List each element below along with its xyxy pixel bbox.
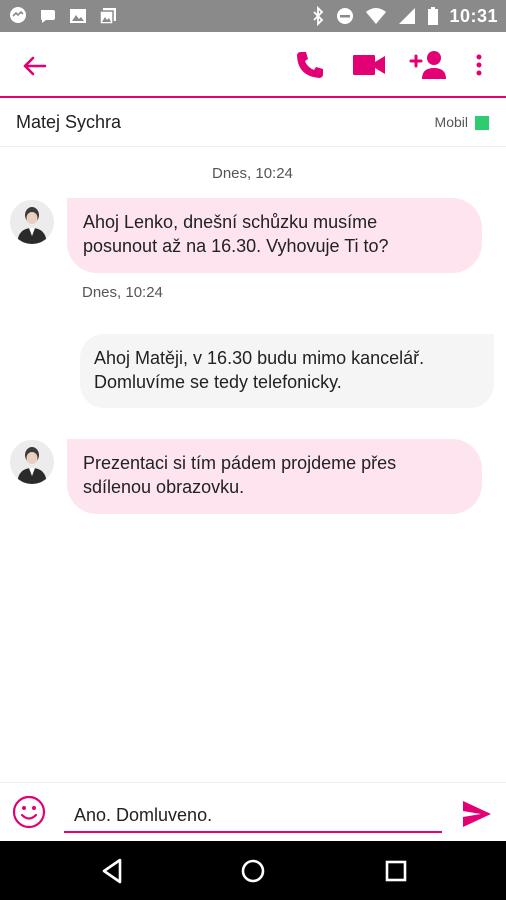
message-text-line: Domluvíme se tedy telefonicky. [94,372,342,392]
gallery-icon [99,8,116,25]
message-timestamp: Dnes, 10:24 [82,284,163,301]
home-nav-icon[interactable] [237,855,269,887]
back-arrow-icon[interactable] [18,50,50,82]
message-text-line: posunout až na 16.30. Vyhovuje Ti to? [83,236,389,256]
bluetooth-icon [313,6,324,26]
app-bar [0,32,506,98]
message-composer [0,782,506,841]
video-call-button[interactable] [351,48,387,82]
system-nav-bar [0,841,506,900]
status-time: 10:31 [449,5,498,26]
phone-icon [297,52,323,78]
avatar [10,440,54,484]
recents-nav-icon[interactable] [380,855,412,887]
wifi-icon [366,8,387,24]
message-text-line: sdílenou obrazovku. [83,477,245,497]
more-options-button[interactable] [462,48,496,82]
send-icon[interactable] [460,797,494,831]
contact-name: Matej Sychra [16,112,122,132]
avatar [10,200,54,244]
add-contact-icon [409,51,446,79]
messenger-icon [10,7,26,23]
presence-indicator [475,116,489,130]
message-bubble-incoming[interactable]: Ahoj Lenko, dnešní schůzku musíme posuno… [67,198,482,273]
chat-icon [41,10,55,23]
call-button[interactable] [292,48,328,82]
message-text-line: Prezentaci si tím pádem projdeme přes [83,453,397,473]
message-text-line: Ahoj Matěji, v 16.30 budu mimo kancelář. [94,348,425,368]
image-icon [70,9,86,23]
back-nav-icon[interactable] [96,855,128,887]
message-input[interactable] [64,799,442,833]
add-contact-button[interactable] [408,48,448,82]
status-bar: 10:31 [0,0,506,32]
contact-header[interactable]: Matej Sychra Mobil [0,99,506,147]
message-timestamp: Dnes, 10:24 [212,165,293,182]
message-text-line: Ahoj Lenko, dnešní schůzku musíme [83,212,378,232]
contact-number-type: Mobil [434,114,468,130]
message-bubble-outgoing[interactable]: Ahoj Matěji, v 16.30 budu mimo kancelář.… [80,334,494,408]
message-bubble-incoming[interactable]: Prezentaci si tím pádem projdeme přes sd… [67,439,482,514]
more-vert-icon [476,54,482,76]
signal-icon [399,8,416,24]
emoji-icon[interactable] [12,795,46,829]
battery-icon [428,7,439,25]
video-icon [353,55,385,75]
do-not-disturb-icon [337,8,354,24]
